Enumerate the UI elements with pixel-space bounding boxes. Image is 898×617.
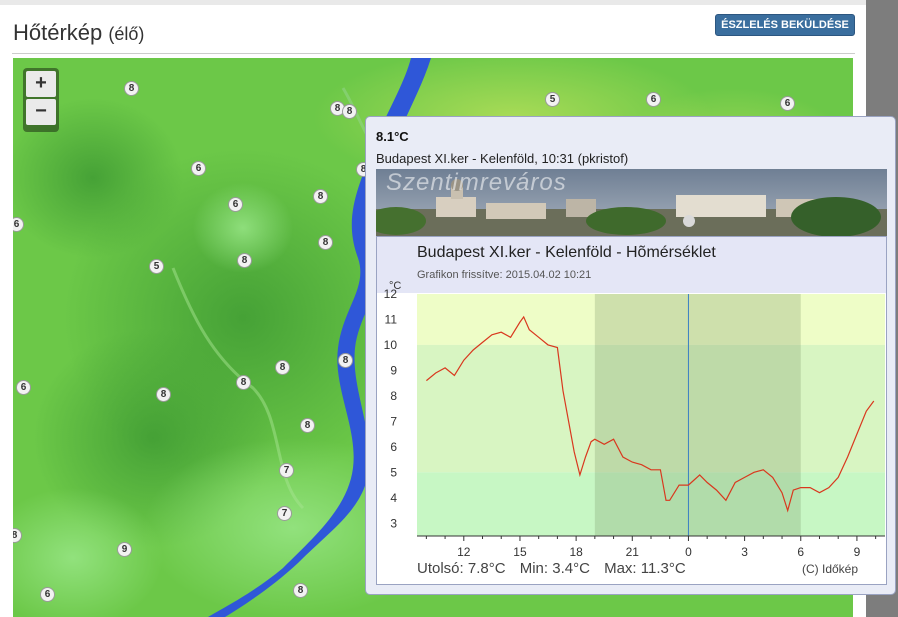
station-marker[interactable]: 8 [156, 387, 171, 402]
temperature-chart: Budapest XI.ker - Kelenföld - Hõmérsékle… [376, 236, 887, 585]
y-tick-label: 7 [390, 414, 397, 428]
station-marker[interactable]: 8 [275, 360, 290, 375]
station-marker[interactable]: 8 [236, 375, 251, 390]
station-popup: 8.1°C Budapest XI.ker - Kelenföld, 10:31… [365, 116, 896, 595]
station-marker[interactable]: 6 [646, 92, 661, 107]
chart-stats: Utolsó: 7.8°C Min: 3.4°C Max: 11.3°C [417, 560, 696, 577]
chart-copyright: (C) Időkép [802, 562, 859, 576]
x-tick-label: 18 [569, 545, 583, 559]
station-marker[interactable]: 6 [40, 587, 55, 602]
page-title-text: Hőtérkép [13, 20, 103, 45]
popup-location: Budapest XI.ker - Kelenföld, 10:31 (pkri… [376, 151, 629, 166]
stat-max: Max: 11.3°C [604, 560, 686, 577]
station-marker[interactable]: 6 [228, 197, 243, 212]
popup-temperature: 8.1°C [376, 129, 409, 144]
station-marker[interactable]: 5 [545, 92, 560, 107]
station-marker[interactable]: 8 [124, 81, 139, 96]
zoom-control: + − [23, 68, 59, 132]
chart-plot: 3456789101112°C12 15 18 21 0 3 6 9 [384, 280, 885, 559]
station-marker[interactable]: 8 [318, 235, 333, 250]
title-divider [12, 53, 855, 54]
y-tick-label: 11 [385, 312, 398, 326]
station-marker[interactable]: 8 [338, 353, 353, 368]
station-marker[interactable]: 6 [780, 96, 795, 111]
x-tick-label: 12 [457, 545, 471, 559]
report-observation-button[interactable]: ÉSZLELÉS BEKÜLDÉSE [715, 14, 855, 36]
x-tick-label: 3 [741, 545, 748, 559]
stat-last: Utolsó: 7.8°C [417, 560, 506, 577]
y-tick-label: 3 [390, 516, 397, 530]
webcam-caption: Szentimreváros [386, 169, 567, 196]
station-marker[interactable]: 7 [279, 463, 294, 478]
station-marker[interactable]: 8 [342, 104, 357, 119]
y-tick-label: 8 [390, 389, 397, 403]
station-marker[interactable]: 8 [293, 583, 308, 598]
x-tick-label: 21 [626, 545, 640, 559]
page-title: Hőtérkép (élő) [13, 20, 144, 46]
x-tick-label: 0 [685, 545, 692, 559]
y-tick-label: 10 [384, 338, 398, 352]
station-marker[interactable]: 6 [191, 161, 206, 176]
y-tick-label: 6 [390, 440, 397, 454]
page-title-sub: (élő) [108, 24, 145, 44]
station-marker[interactable]: 8 [237, 253, 252, 268]
y-tick-label: 4 [390, 491, 397, 505]
top-strip [0, 0, 866, 5]
station-marker[interactable]: 6 [16, 380, 31, 395]
zoom-out-button[interactable]: − [26, 99, 56, 125]
webcam-image[interactable]: Szentimreváros [376, 169, 887, 236]
station-marker[interactable]: 8 [300, 418, 315, 433]
station-marker[interactable]: 5 [149, 259, 164, 274]
page: Hőtérkép (élő) ÉSZLELÉS BEKÜLDÉSE + − 8 … [0, 0, 898, 617]
station-marker[interactable]: 9 [117, 542, 132, 557]
x-tick-label: 15 [513, 545, 527, 559]
x-tick-label: 9 [854, 545, 861, 559]
night-band [594, 294, 801, 536]
y-tick-label: 5 [390, 465, 397, 479]
y-axis-label: °C [389, 280, 401, 292]
zoom-in-button[interactable]: + [26, 71, 56, 97]
y-tick-label: 9 [390, 363, 397, 377]
stat-min: Min: 3.4°C [519, 560, 590, 577]
x-tick-label: 6 [797, 545, 804, 559]
station-marker[interactable]: 8 [313, 189, 328, 204]
station-marker[interactable]: 7 [277, 506, 292, 521]
